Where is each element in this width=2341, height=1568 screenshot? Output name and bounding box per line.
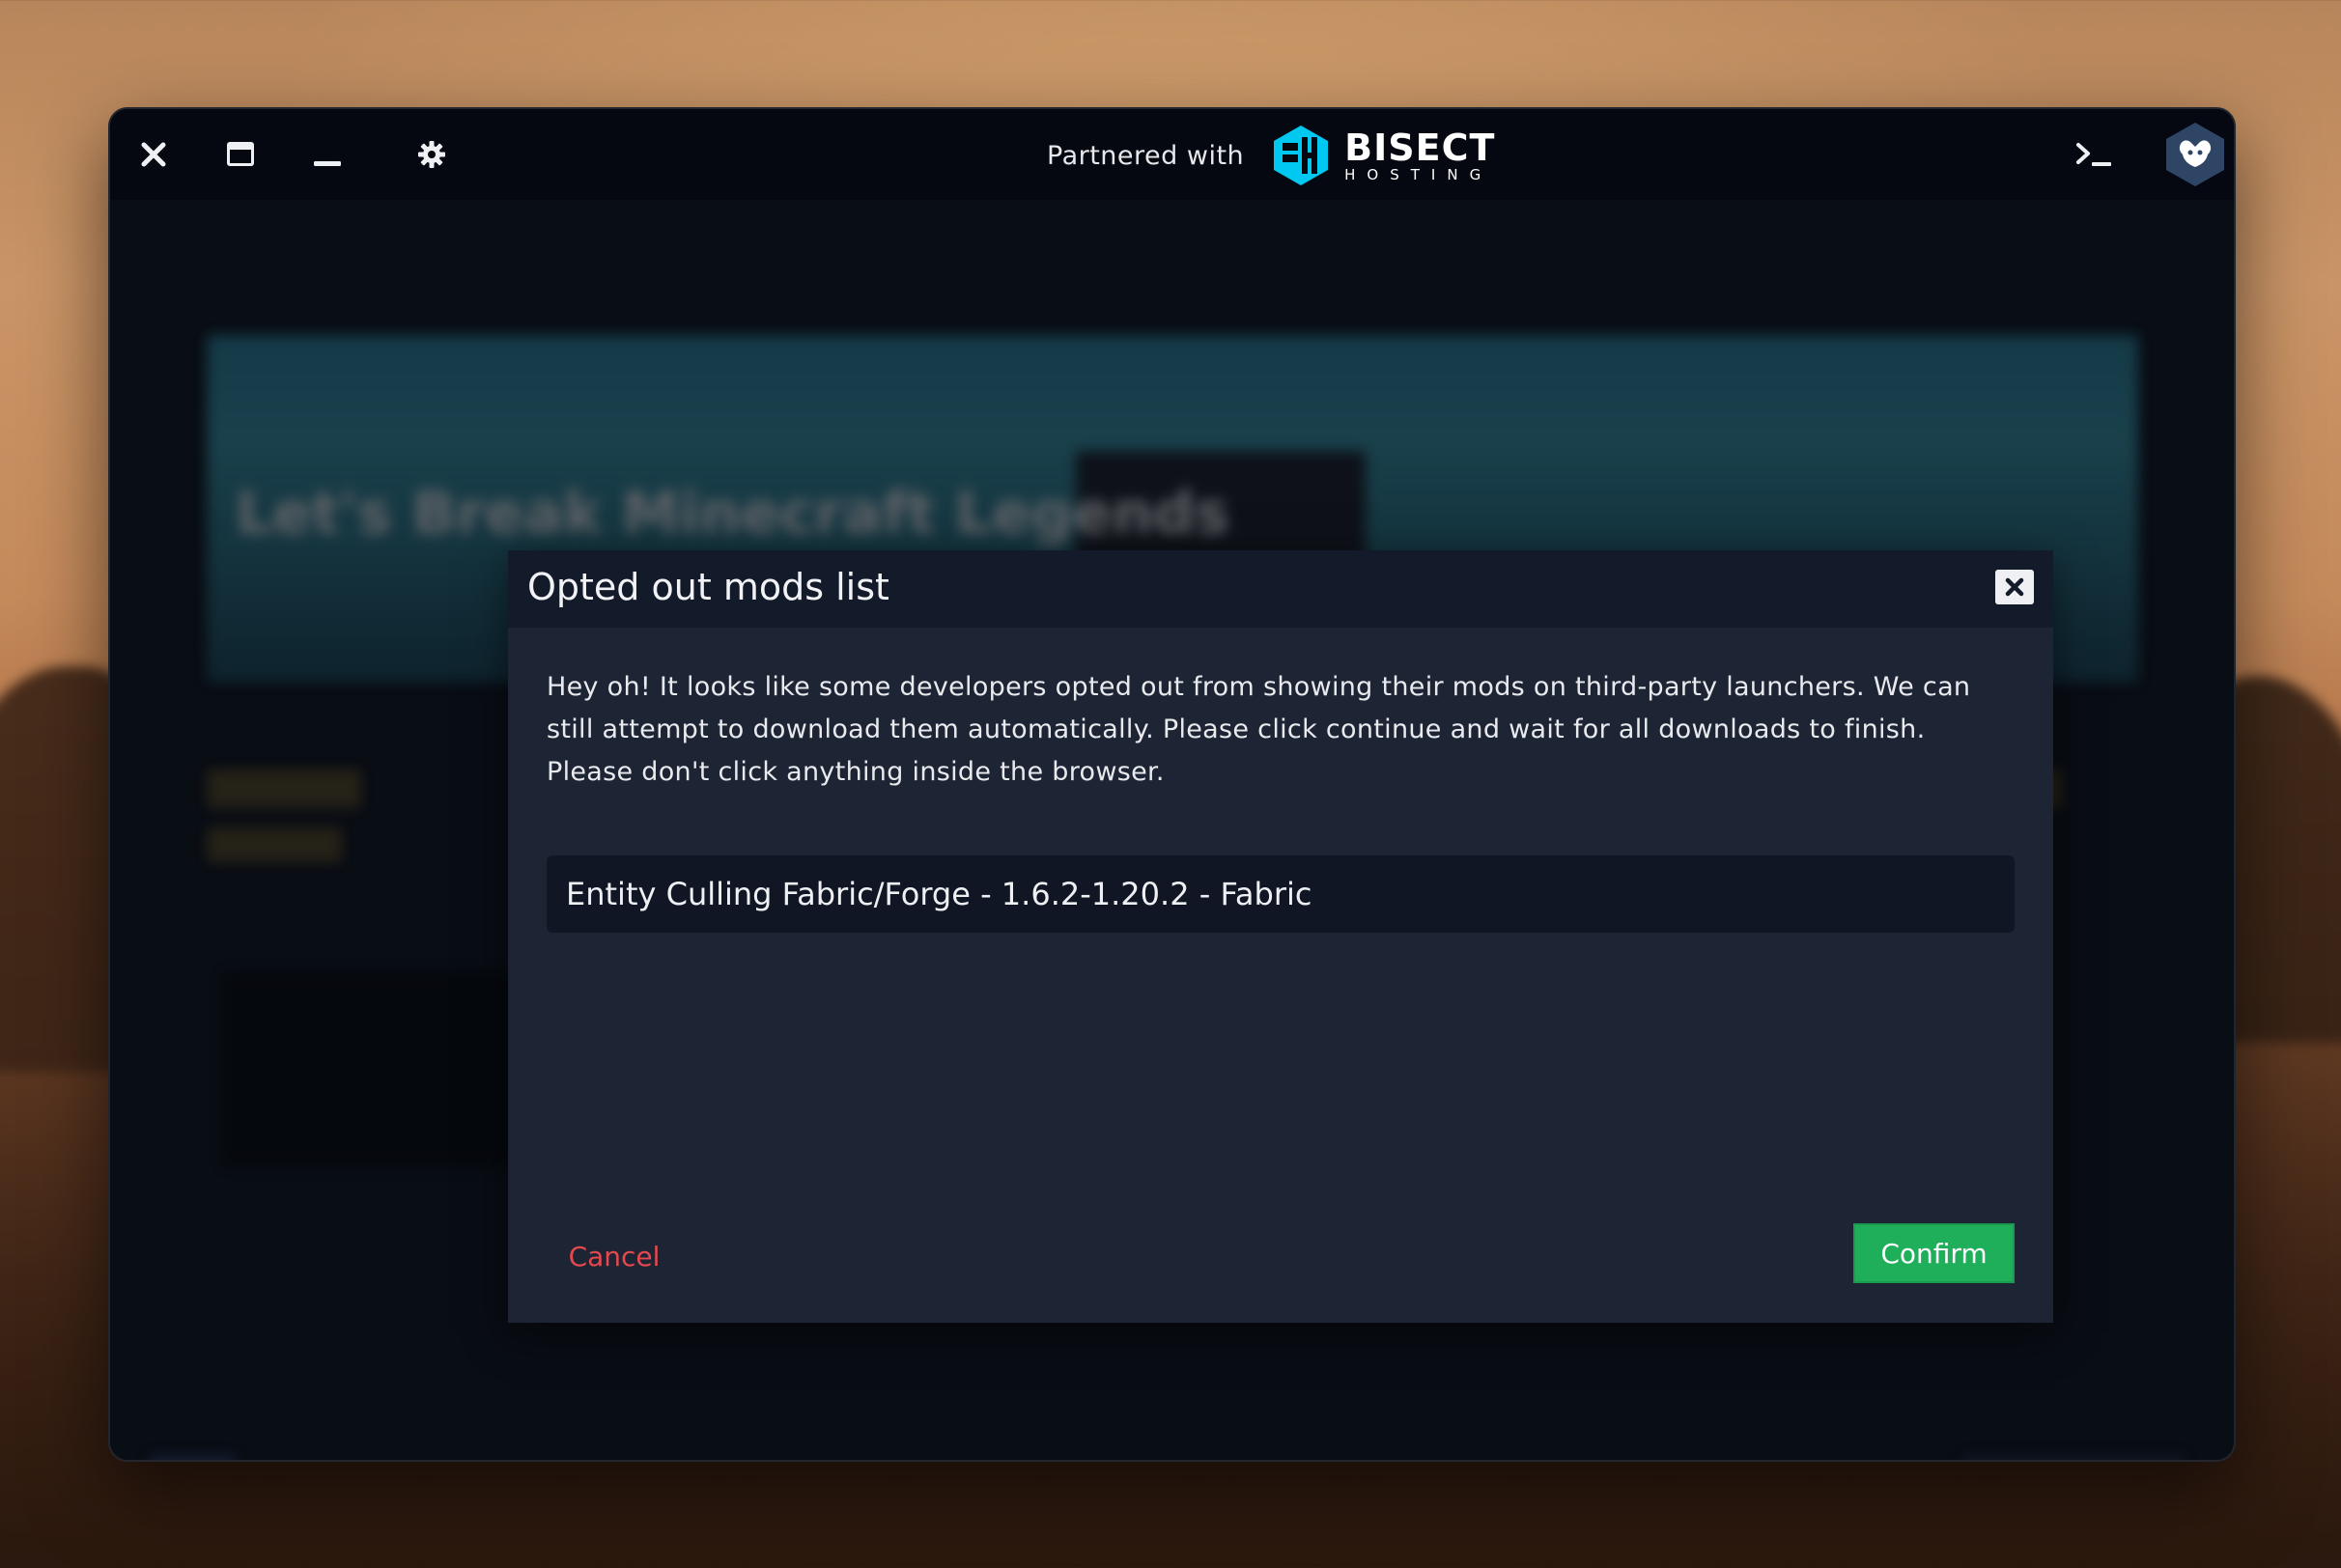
bisect-hosting-logo: BISECT HOSTING [1269,124,1495,187]
dialog-description: Hey oh! It looks like some developers op… [547,672,1971,787]
gear-icon[interactable] [406,128,458,181]
terminal-icon[interactable] [2069,128,2121,181]
dialog-close-button[interactable] [1995,570,2034,604]
partner-text: Partnered with [1047,140,1245,171]
close-icon[interactable] [127,128,180,181]
launcher-window: Let's Break Minecraft Legends Partnered … [108,107,2236,1462]
close-icon [2005,577,2024,597]
avatar-icon[interactable] [2159,119,2231,190]
dialog-header: Opted out mods list [508,550,2053,628]
maximize-icon[interactable] [214,128,267,181]
mod-list-item[interactable]: Entity Culling Fabric/Forge - 1.6.2-1.20… [547,855,2015,933]
bisect-brand-name: BISECT [1344,126,1496,169]
bisect-brand-sub: HOSTING [1344,165,1493,183]
blurred-text [207,770,361,808]
bisect-logo-icon [1274,126,1329,185]
banner-title: Let's Break Minecraft Legends [236,480,1229,547]
minimize-icon[interactable] [301,128,353,181]
opted-out-mods-dialog: Opted out mods list Hey oh! It looks lik… [508,550,2053,1323]
blurred-text [207,827,342,862]
partner-banner[interactable]: Partnered with BISECT HOSTING [1047,124,1495,187]
titlebar: Partnered with BISECT HOSTING [110,109,2234,200]
blurred-footer-right [1962,1455,2185,1460]
confirm-button[interactable]: Confirm [1853,1223,2015,1283]
blurred-footer-button [149,1455,236,1460]
dialog-title: Opted out mods list [527,566,889,608]
cancel-button[interactable]: Cancel [547,1226,682,1286]
